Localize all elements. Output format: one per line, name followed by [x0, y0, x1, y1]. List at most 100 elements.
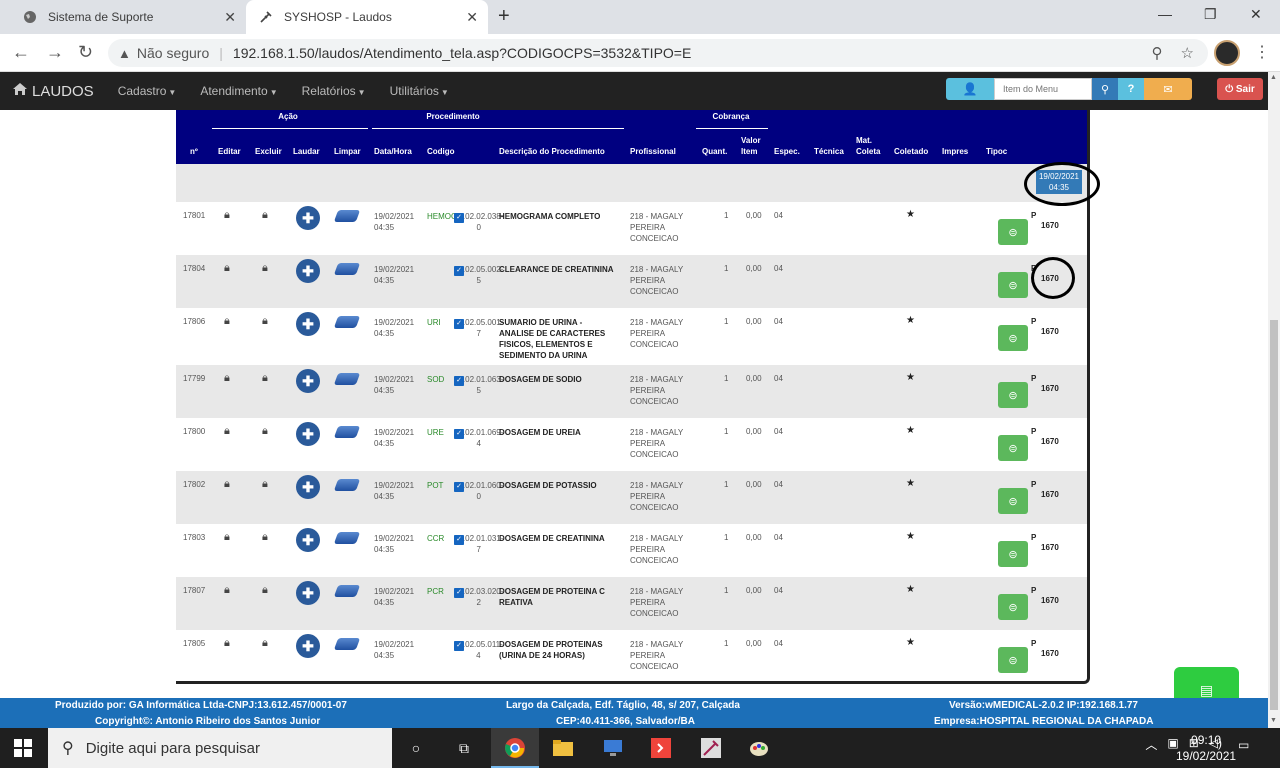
menu-atendimento[interactable]: Atendimento ▼	[200, 84, 277, 98]
help-button[interactable]: ?	[1118, 78, 1144, 100]
eraser-icon[interactable]	[333, 426, 361, 438]
delete-lock-icon[interactable]: 🔒︎	[262, 262, 268, 275]
scroll-thumb[interactable]	[1270, 320, 1278, 710]
search-button[interactable]: ⚲	[1092, 78, 1118, 100]
edit-lock-icon[interactable]: 🔒︎	[224, 531, 230, 544]
checkbox-checked[interactable]: ✓	[454, 641, 464, 651]
laudar-icon[interactable]: ✚	[296, 581, 320, 605]
laudar-icon[interactable]: ✚	[296, 422, 320, 446]
checkbox-checked[interactable]: ✓	[454, 588, 464, 598]
delete-lock-icon[interactable]: 🔒︎	[262, 478, 268, 491]
eraser-icon[interactable]	[333, 479, 361, 491]
delete-lock-icon[interactable]: 🔒︎	[262, 209, 268, 222]
delete-lock-icon[interactable]: 🔒︎	[262, 372, 268, 385]
new-tab-icon[interactable]: +	[498, 5, 510, 28]
delete-lock-icon[interactable]: 🔒︎	[262, 531, 268, 544]
checkbox-checked[interactable]: ✓	[454, 535, 464, 545]
close-window-icon[interactable]: ✕	[1250, 6, 1262, 23]
zoom-icon[interactable]: ⚲	[1152, 44, 1163, 62]
edit-lock-icon[interactable]: 🔒︎	[224, 425, 230, 438]
scroll-down-icon[interactable]: ▼	[1270, 717, 1277, 724]
bookmark-star-icon[interactable]: ☆	[1181, 44, 1194, 62]
windows-start-icon[interactable]	[14, 739, 32, 757]
row-action-button[interactable]: ⊜	[998, 382, 1028, 408]
browser-tab-laudos[interactable]: SYSHOSP - Laudos ✕	[246, 0, 488, 34]
eraser-icon[interactable]	[333, 638, 361, 650]
reload-icon[interactable]: ↻	[78, 42, 93, 63]
row-action-button[interactable]: ⊜	[998, 272, 1028, 298]
avatar[interactable]	[1214, 40, 1240, 66]
eraser-icon[interactable]	[333, 263, 361, 275]
edit-lock-icon[interactable]: 🔒︎	[224, 478, 230, 491]
notification-icon[interactable]: ▭	[1238, 738, 1256, 756]
page-scrollbar[interactable]: ▲ ▼	[1268, 72, 1280, 728]
security-label[interactable]: Não seguro	[137, 45, 209, 61]
edit-lock-icon[interactable]: 🔒︎	[224, 262, 230, 275]
row-action-button[interactable]: ⊜	[998, 647, 1028, 673]
menu-cadastro[interactable]: Cadastro ▼	[118, 84, 177, 98]
edit-lock-icon[interactable]: 🔒︎	[224, 209, 230, 222]
menu-utilitarios[interactable]: Utilitários ▼	[390, 84, 449, 98]
file-explorer-icon[interactable]	[551, 736, 575, 760]
delete-lock-icon[interactable]: 🔒︎	[262, 637, 268, 650]
chrome-icon[interactable]	[503, 736, 527, 760]
laudar-icon[interactable]: ✚	[296, 634, 320, 658]
url-text[interactable]: 192.168.1.50/laudos/Atendimento_tela.asp…	[233, 45, 691, 61]
row-action-button[interactable]: ⊜	[998, 435, 1028, 461]
close-tab-icon[interactable]: ✕	[466, 9, 478, 26]
eraser-icon[interactable]	[333, 316, 361, 328]
syringe-app-icon[interactable]	[699, 736, 723, 760]
mail-button[interactable]: ✉	[1144, 78, 1192, 100]
anydesk-icon[interactable]	[649, 736, 673, 760]
eraser-icon[interactable]	[333, 532, 361, 544]
row-action-button[interactable]: ⊜	[998, 488, 1028, 514]
taskbar-search[interactable]: ⚲ Digite aqui para pesquisar	[48, 728, 392, 768]
checkbox-checked[interactable]: ✓	[454, 482, 464, 492]
laudar-icon[interactable]: ✚	[296, 528, 320, 552]
edit-lock-icon[interactable]: 🔒︎	[224, 584, 230, 597]
row-action-button[interactable]: ⊜	[998, 325, 1028, 351]
checkbox-checked[interactable]: ✓	[454, 266, 464, 276]
logout-button[interactable]: ⏻ Sair	[1217, 78, 1263, 100]
row-action-button[interactable]: ⊜	[998, 219, 1028, 245]
close-tab-icon[interactable]: ✕	[224, 9, 236, 26]
brand[interactable]: LAUDOS	[12, 82, 94, 100]
edit-lock-icon[interactable]: 🔒︎	[224, 372, 230, 385]
paint-icon[interactable]	[747, 736, 771, 760]
laudar-icon[interactable]: ✚	[296, 206, 320, 230]
laudar-icon[interactable]: ✚	[296, 369, 320, 393]
browser-menu-icon[interactable]: ⋮	[1254, 42, 1270, 62]
minimize-icon[interactable]: —	[1158, 6, 1172, 22]
forward-icon[interactable]: →	[46, 42, 64, 63]
task-view-icon[interactable]: ⧉	[452, 736, 476, 760]
row-action-button[interactable]: ⊜	[998, 594, 1028, 620]
checkbox-checked[interactable]: ✓	[454, 213, 464, 223]
taskbar-clock[interactable]: 09:10 19/02/2021	[1176, 732, 1236, 764]
remote-desktop-icon[interactable]	[601, 736, 625, 760]
checkbox-checked[interactable]: ✓	[454, 319, 464, 329]
restore-icon[interactable]: ❐	[1204, 6, 1217, 23]
eraser-icon[interactable]	[333, 210, 361, 222]
laudar-icon[interactable]: ✚	[296, 475, 320, 499]
laudar-icon[interactable]: ✚	[296, 259, 320, 283]
checkbox-checked[interactable]: ✓	[454, 429, 464, 439]
delete-lock-icon[interactable]: 🔒︎	[262, 425, 268, 438]
edit-lock-icon[interactable]: 🔒︎	[224, 315, 230, 328]
laudar-icon[interactable]: ✚	[296, 312, 320, 336]
delete-lock-icon[interactable]: 🔒︎	[262, 315, 268, 328]
checkbox-checked[interactable]: ✓	[454, 376, 464, 386]
delete-lock-icon[interactable]: 🔒︎	[262, 584, 268, 597]
browser-tab-suporte[interactable]: Sistema de Suporte ✕	[8, 0, 246, 34]
back-icon[interactable]: ←	[12, 42, 30, 63]
eraser-icon[interactable]	[333, 585, 361, 597]
eraser-icon[interactable]	[333, 373, 361, 385]
scroll-up-icon[interactable]: ▲	[1270, 74, 1277, 81]
menu-relatorios[interactable]: Relatórios ▼	[302, 84, 366, 98]
row-action-button[interactable]: ⊜	[998, 541, 1028, 567]
chevron-up-icon[interactable]: ︿	[1145, 736, 1157, 753]
cortana-icon[interactable]: ○	[404, 736, 428, 760]
menu-search-input[interactable]	[994, 78, 1092, 100]
address-bar[interactable]: ▲ Não seguro | 192.168.1.50/laudos/Atend…	[108, 39, 1208, 67]
user-button[interactable]: 👤	[946, 78, 994, 100]
warning-icon[interactable]: ▲	[118, 46, 131, 61]
